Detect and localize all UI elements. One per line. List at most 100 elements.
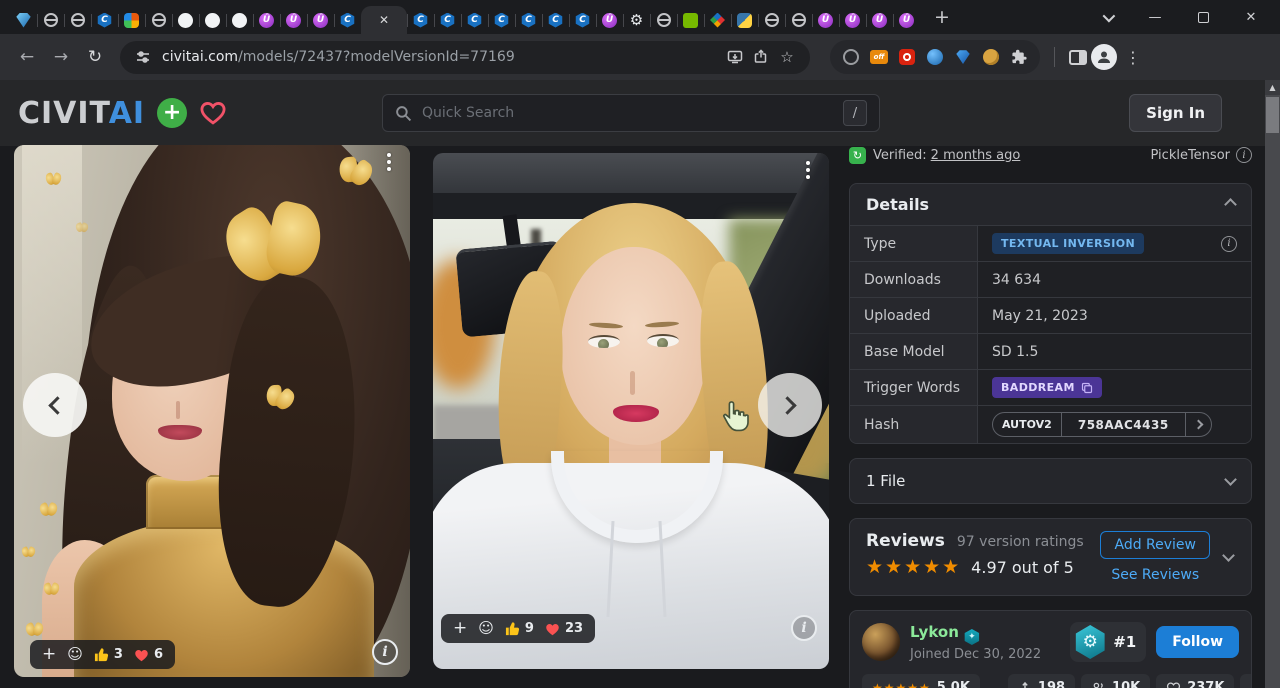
browser-tab-appU[interactable]: Û bbox=[280, 6, 307, 34]
extensions-puzzle-icon[interactable] bbox=[1010, 48, 1028, 66]
browser-tab-civitai[interactable]: C bbox=[461, 6, 488, 34]
browser-tab-github[interactable] bbox=[172, 6, 199, 34]
see-reviews-link[interactable]: See Reviews bbox=[1111, 567, 1199, 583]
forward-button[interactable]: → bbox=[46, 42, 76, 72]
extension-red-icon[interactable] bbox=[898, 48, 916, 66]
site-info-icon[interactable] bbox=[130, 44, 156, 70]
browser-tab-civitai[interactable]: C bbox=[569, 6, 596, 34]
scrollbar-thumb[interactable] bbox=[1266, 97, 1279, 133]
bookmark-star-icon[interactable]: ☆ bbox=[774, 44, 800, 70]
tab-search-chevron-icon[interactable] bbox=[1100, 10, 1114, 24]
browser-tab-appU[interactable]: Û bbox=[253, 6, 280, 34]
browser-tab-civitai[interactable]: C bbox=[515, 6, 542, 34]
browser-tab-civitai[interactable]: C bbox=[91, 6, 118, 34]
stat-uploads[interactable]: 198 bbox=[1008, 674, 1075, 688]
carousel-next-button[interactable] bbox=[758, 373, 822, 437]
like-reaction-button[interactable]: 9 bbox=[505, 621, 534, 636]
scrollbar-up-arrow[interactable]: ▲ bbox=[1265, 80, 1280, 95]
new-tab-button[interactable]: + bbox=[928, 3, 956, 31]
copy-icon[interactable] bbox=[1081, 382, 1093, 394]
heart-reaction-button[interactable]: 6 bbox=[134, 647, 163, 662]
add-reaction-button[interactable]: + bbox=[453, 620, 467, 637]
stat-downloads[interactable]: 1.7M bbox=[1240, 674, 1252, 688]
search-input[interactable]: Quick Search / bbox=[382, 94, 880, 132]
civitai-logo[interactable]: CIVITAI bbox=[18, 96, 145, 131]
minimize-button[interactable]: — bbox=[1148, 10, 1162, 24]
close-button[interactable]: ✕ bbox=[1244, 10, 1258, 24]
browser-tab-gem[interactable] bbox=[10, 6, 37, 34]
stat-likes[interactable]: 237K bbox=[1156, 674, 1234, 688]
creator-avatar[interactable] bbox=[862, 623, 900, 661]
stat-rating[interactable]: ★★★★★ 5.0K bbox=[862, 674, 980, 688]
browser-tab-appU[interactable]: Û bbox=[307, 6, 334, 34]
image-2-info-icon[interactable]: i bbox=[791, 615, 817, 641]
address-bar[interactable]: civitai.com/models/72437?modelVersionId=… bbox=[120, 41, 810, 74]
tab-close-icon[interactable]: ✕ bbox=[379, 14, 389, 26]
browser-tab-civitai[interactable]: C bbox=[434, 6, 461, 34]
extension-off-icon[interactable]: off bbox=[870, 48, 888, 66]
emoji-reaction-button[interactable]: ☺ bbox=[67, 647, 83, 662]
browser-tab-sharp[interactable] bbox=[704, 6, 731, 34]
back-button[interactable]: ← bbox=[12, 42, 42, 72]
browser-tab-appU[interactable]: Û bbox=[893, 6, 920, 34]
browser-tab-globe[interactable] bbox=[145, 6, 172, 34]
browser-tab-github[interactable] bbox=[199, 6, 226, 34]
carousel-prev-button[interactable] bbox=[23, 373, 87, 437]
browser-tab-civitai[interactable]: C bbox=[542, 6, 569, 34]
emoji-reaction-button[interactable]: ☺ bbox=[478, 621, 494, 636]
browser-tab-appU[interactable]: Û bbox=[596, 6, 623, 34]
hash-pill[interactable]: AUTOV2 758AAC4435 bbox=[992, 412, 1212, 437]
stat-followers[interactable]: 10K bbox=[1081, 674, 1150, 688]
browser-tab-globe[interactable] bbox=[758, 6, 785, 34]
browser-tab-civitai[interactable]: C bbox=[488, 6, 515, 34]
browser-tab-globe[interactable] bbox=[37, 6, 64, 34]
follow-button[interactable]: Follow bbox=[1156, 626, 1239, 658]
browser-tab-github[interactable] bbox=[226, 6, 253, 34]
type-info-icon[interactable]: i bbox=[1221, 236, 1237, 252]
create-button[interactable]: + bbox=[157, 98, 187, 128]
creator-name[interactable]: Lykon bbox=[910, 623, 959, 641]
browser-tab-active[interactable]: ✕ bbox=[361, 6, 407, 34]
browser-tab-apps[interactable] bbox=[118, 6, 145, 34]
side-panel-icon[interactable] bbox=[1069, 48, 1087, 66]
page-scrollbar[interactable]: ▲ bbox=[1265, 80, 1280, 688]
browser-tab-globe[interactable] bbox=[785, 6, 812, 34]
restore-button[interactable] bbox=[1196, 10, 1210, 24]
trigger-word-badge[interactable]: BADDREAM bbox=[992, 377, 1102, 398]
type-badge[interactable]: TEXTUAL INVERSION bbox=[992, 233, 1144, 254]
browser-tab-appU[interactable]: Û bbox=[866, 6, 893, 34]
browser-tab-civitai[interactable]: C bbox=[334, 6, 361, 34]
image-1-menu-icon[interactable] bbox=[380, 153, 398, 175]
format-info-icon[interactable]: i bbox=[1236, 147, 1252, 163]
like-reaction-button[interactable]: 3 bbox=[94, 647, 123, 662]
extension-blue-icon[interactable] bbox=[926, 48, 944, 66]
verified-time-link[interactable]: 2 months ago bbox=[931, 148, 1021, 163]
extension-globe-icon[interactable] bbox=[842, 48, 860, 66]
extension-cookie-icon[interactable] bbox=[982, 48, 1000, 66]
reload-button[interactable]: ↻ bbox=[80, 42, 110, 72]
support-heart-icon[interactable] bbox=[199, 100, 227, 126]
share-icon[interactable] bbox=[748, 44, 774, 70]
sign-in-button[interactable]: Sign In bbox=[1129, 94, 1222, 132]
install-icon[interactable] bbox=[722, 44, 748, 70]
hash-expand-button[interactable] bbox=[1185, 413, 1211, 436]
extension-gem-icon[interactable] bbox=[954, 48, 972, 66]
image-1-info-icon[interactable]: i bbox=[372, 639, 398, 665]
browser-tab-globe[interactable] bbox=[64, 6, 91, 34]
browser-tab-nvidia[interactable] bbox=[677, 6, 704, 34]
browser-tab-gear[interactable]: ⚙ bbox=[623, 6, 650, 34]
files-header[interactable]: 1 File bbox=[850, 459, 1251, 503]
browser-tab-appU[interactable]: Û bbox=[839, 6, 866, 34]
image-2-menu-icon[interactable] bbox=[799, 161, 817, 183]
browser-tab-civitai[interactable]: C bbox=[407, 6, 434, 34]
browser-menu-icon[interactable]: ⋮ bbox=[1125, 48, 1141, 67]
browser-tab-python[interactable] bbox=[731, 6, 758, 34]
browser-tab-appU[interactable]: Û bbox=[812, 6, 839, 34]
browser-tab-globe[interactable] bbox=[650, 6, 677, 34]
add-reaction-button[interactable]: + bbox=[42, 646, 56, 663]
add-review-button[interactable]: Add Review bbox=[1100, 531, 1210, 559]
profile-avatar[interactable] bbox=[1091, 44, 1117, 70]
reviews-expand-icon[interactable] bbox=[1222, 549, 1235, 562]
heart-reaction-button[interactable]: 23 bbox=[545, 621, 583, 636]
details-header[interactable]: Details bbox=[850, 184, 1251, 225]
